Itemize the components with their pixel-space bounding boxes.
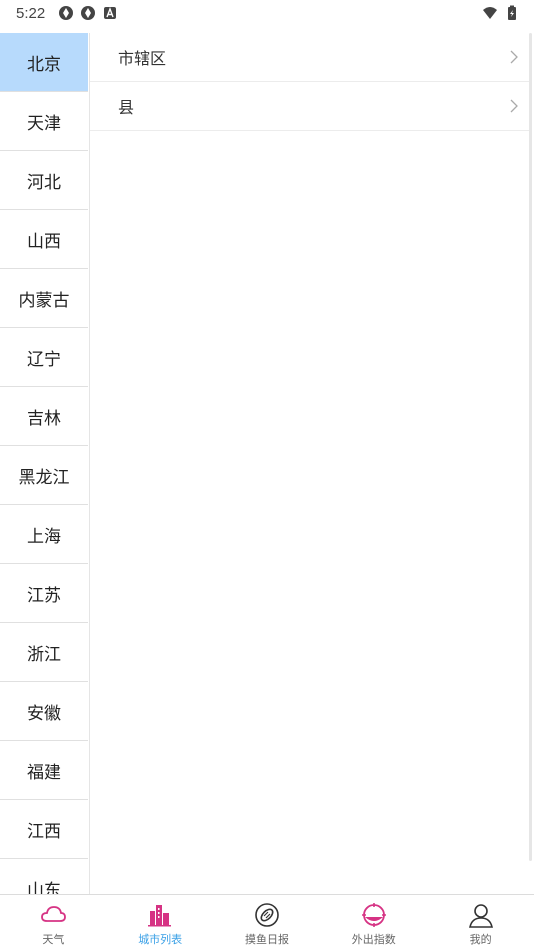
- city-row-county[interactable]: 县: [90, 82, 530, 131]
- scrollbar[interactable]: [529, 33, 532, 861]
- province-item-hebei[interactable]: 河北: [0, 151, 88, 210]
- sync-icon: [59, 6, 73, 20]
- chevron-right-icon: [510, 99, 518, 113]
- tab-city-list[interactable]: 城市列表: [107, 895, 214, 951]
- province-item-shandong[interactable]: 山东: [0, 859, 88, 894]
- tab-fish-daily[interactable]: 摸鱼日报: [214, 895, 321, 951]
- sunset-icon: [361, 903, 386, 927]
- province-item-neimenggu[interactable]: 内蒙古: [0, 269, 88, 328]
- cloud-icon: [41, 906, 67, 922]
- status-time: 5:22: [16, 5, 46, 22]
- city-row-district[interactable]: 市辖区: [90, 33, 530, 82]
- tab-outing-index[interactable]: 外出指数: [320, 895, 427, 951]
- province-item-tianjin[interactable]: 天津: [0, 92, 88, 151]
- city-list: 市辖区 县: [90, 33, 530, 131]
- fish-icon: [255, 903, 279, 927]
- tab-weather[interactable]: 天气: [0, 895, 107, 951]
- province-item-jiangxi[interactable]: 江西: [0, 800, 88, 859]
- status-bar: 5:22: [0, 0, 534, 28]
- province-item-shanxi[interactable]: 山西: [0, 210, 88, 269]
- province-item-anhui[interactable]: 安徽: [0, 682, 88, 741]
- tab-me[interactable]: 我的: [427, 895, 534, 951]
- city-row-label: 县: [118, 98, 135, 117]
- province-item-shanghai[interactable]: 上海: [0, 505, 88, 564]
- a-icon: [104, 7, 116, 19]
- city-icon: [148, 905, 172, 927]
- sync-icon: [81, 6, 95, 20]
- person-icon: [468, 904, 493, 928]
- province-item-jiangsu[interactable]: 江苏: [0, 564, 88, 623]
- wifi-icon: [483, 7, 497, 19]
- province-item-fujian[interactable]: 福建: [0, 741, 88, 800]
- province-item-jilin[interactable]: 吉林: [0, 387, 88, 446]
- battery-icon: [508, 5, 516, 20]
- bottom-tab-bar: 天气 城市列表 摸鱼日报 外出指数 我的: [0, 894, 534, 951]
- province-item-beijing[interactable]: 北京: [0, 33, 88, 92]
- province-item-zhejiang[interactable]: 浙江: [0, 623, 88, 682]
- city-row-label: 市辖区: [118, 49, 167, 68]
- chevron-right-icon: [510, 50, 518, 64]
- province-list[interactable]: 北京 天津 河北 山西 内蒙古 辽宁 吉林 黑龙江 上海 江苏 浙江 安徽 福建…: [0, 33, 90, 894]
- province-item-liaoning[interactable]: 辽宁: [0, 328, 88, 387]
- province-item-heilongjiang[interactable]: 黑龙江: [0, 446, 88, 505]
